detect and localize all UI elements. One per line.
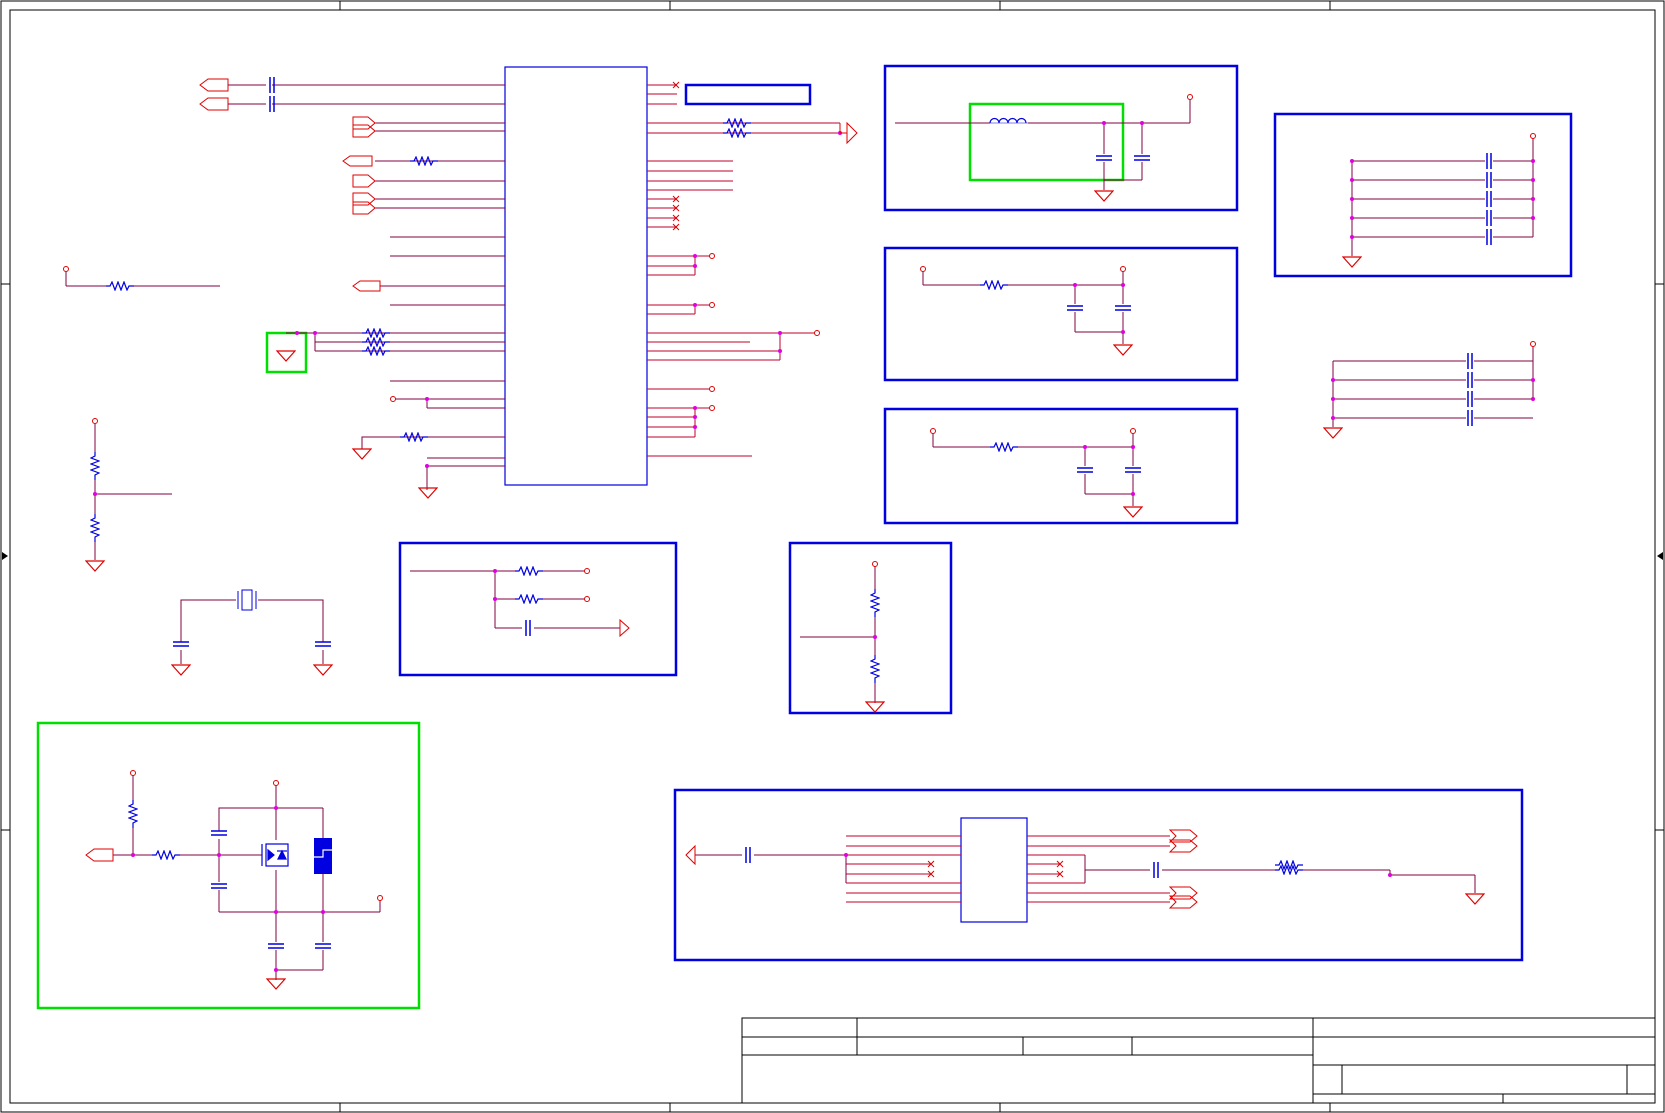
junction <box>873 635 877 639</box>
coupling-capacitors <box>228 77 275 112</box>
port-circle <box>1530 341 1536 347</box>
decoupling-wires-2 <box>1332 346 1534 427</box>
ferrite-filter-block <box>883 64 1239 212</box>
interface-net-wires <box>695 854 1476 893</box>
left-pullup-resistor <box>65 271 220 287</box>
resistor-pulldown-block <box>398 541 678 677</box>
junction <box>1121 330 1125 334</box>
port-circle <box>273 780 279 786</box>
decoupling-wires <box>1351 138 1534 256</box>
switch-input-port <box>85 848 114 862</box>
ic-right-junctions <box>693 131 842 429</box>
junction <box>1140 121 1144 125</box>
port-circle <box>63 266 69 272</box>
junction <box>1073 283 1077 287</box>
junction <box>844 853 848 857</box>
port-circle <box>920 266 926 272</box>
ferrite-inductor-icon <box>989 117 1027 124</box>
interface-ic <box>960 817 1028 923</box>
decoupling-caps <box>1486 153 1492 245</box>
port-circle <box>130 770 136 776</box>
transistor-switch-block <box>36 721 421 1010</box>
voltage-divider-block <box>788 541 953 715</box>
rc-filter-block-2 <box>883 407 1239 525</box>
rc-filter-1-wires <box>922 271 1124 344</box>
junction <box>1388 873 1392 877</box>
port-circle <box>584 568 590 574</box>
title-block <box>741 1017 1656 1104</box>
port-circle <box>377 895 383 901</box>
rc-filter-2-wires <box>932 433 1134 506</box>
ic-left-ports <box>199 78 381 292</box>
junction <box>1131 445 1135 449</box>
left-misc <box>361 399 428 490</box>
sheet-frame <box>0 0 1665 1113</box>
divider-wires <box>800 566 876 703</box>
port-circle <box>930 428 936 434</box>
schematic-drawing <box>0 0 1665 1113</box>
port-circle <box>1187 94 1193 100</box>
left-voltage-divider <box>94 424 172 560</box>
junction <box>1102 121 1106 125</box>
highlight-box-ground <box>265 331 308 374</box>
decoupling-cap-block <box>1273 112 1573 278</box>
frame-edge-markers <box>2 552 1663 560</box>
signal-output-arrow <box>839 121 858 145</box>
gnd-arrow <box>619 618 630 638</box>
interface-input-arrow <box>685 844 696 866</box>
junction <box>493 597 497 601</box>
main-ic <box>504 66 648 486</box>
port-circle <box>1130 428 1136 434</box>
port-circle <box>584 596 590 602</box>
crystal-icon <box>237 589 257 611</box>
junction <box>425 397 429 401</box>
junction <box>1131 492 1135 496</box>
switch-junctions <box>131 806 325 972</box>
ground-tie-wires <box>286 332 316 351</box>
tvs-diode-icon <box>314 838 332 874</box>
ic-left-wires <box>272 84 505 467</box>
decoupling-caps-2 <box>1467 353 1473 426</box>
interface-output-ports <box>1168 829 1198 909</box>
rc-filter-block-1 <box>883 246 1239 382</box>
junction <box>425 464 429 468</box>
port-circle <box>872 561 878 567</box>
ferrite-wires <box>895 100 1191 190</box>
connector-label-box <box>684 83 812 106</box>
port-circle <box>1530 133 1536 139</box>
switch-wires <box>113 775 381 980</box>
ic-right-wires <box>647 84 840 457</box>
junction <box>295 331 299 335</box>
ferrite-highlight-box <box>968 102 1125 182</box>
junction <box>1083 445 1087 449</box>
ic-right-port-circles <box>709 253 820 411</box>
port-circle <box>1120 266 1126 272</box>
ic-left-port-circle <box>390 396 396 402</box>
junction <box>493 569 497 573</box>
junction <box>1121 283 1125 287</box>
junction <box>93 492 97 496</box>
mosfet-icon <box>261 843 289 867</box>
schematic-sheet <box>0 0 1665 1113</box>
junction <box>313 331 317 335</box>
port-circle <box>92 418 98 424</box>
